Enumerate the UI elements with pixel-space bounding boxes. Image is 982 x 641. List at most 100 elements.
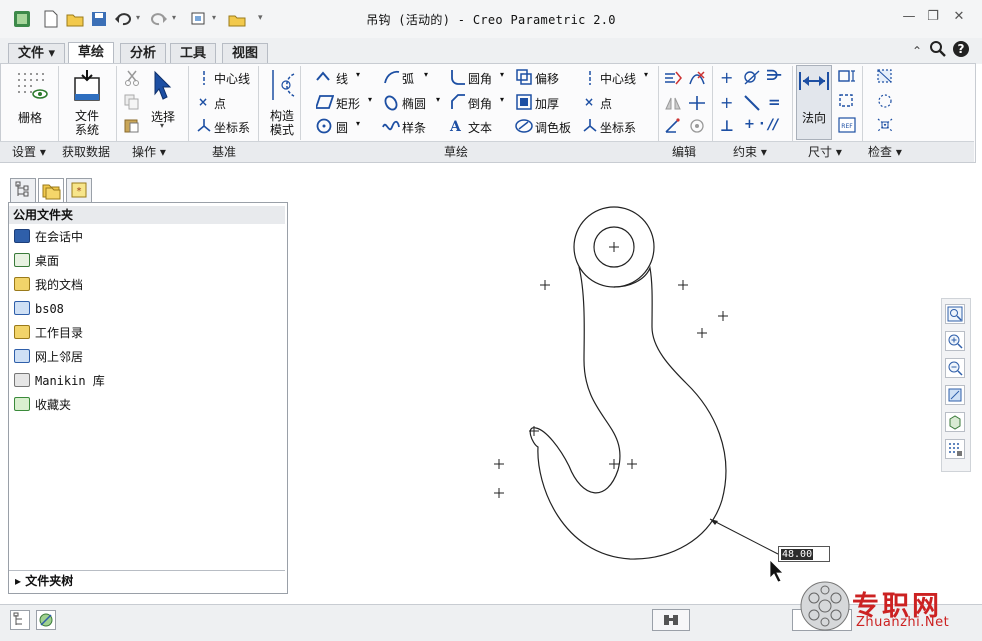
datum-csys-label[interactable]: 坐标系 — [214, 119, 250, 136]
spline-icon[interactable] — [382, 119, 400, 136]
folder-item-my-documents[interactable]: 我的文档 — [14, 275, 83, 295]
arc-label[interactable]: 弧 — [402, 70, 414, 87]
overlapping-geometry-icon[interactable] — [876, 68, 894, 87]
arc-icon[interactable] — [384, 70, 400, 87]
centerline-icon[interactable] — [198, 70, 210, 89]
offset-icon[interactable] — [516, 69, 532, 88]
zoom-out-icon[interactable] — [945, 358, 965, 378]
spline-label[interactable]: 样条 — [402, 119, 426, 136]
vertical-constraint-icon[interactable]: + — [720, 68, 733, 87]
point2-label[interactable]: 点 — [600, 95, 612, 112]
text-label[interactable]: 文本 — [468, 119, 492, 136]
corner-icon[interactable] — [664, 118, 682, 137]
datum-point-label[interactable]: 点 — [214, 95, 226, 112]
chamfer-label[interactable]: 倒角 — [468, 95, 492, 112]
zoom-in-icon[interactable] — [945, 331, 965, 351]
palette-label[interactable]: 调色板 — [535, 119, 571, 136]
normal-dimension-icon[interactable] — [798, 70, 830, 95]
centerline2-label[interactable]: 中心线 — [600, 70, 636, 87]
folder-item-working-directory[interactable]: 工作目录 — [14, 323, 83, 343]
folder-item-network[interactable]: 网上邻居 — [14, 347, 83, 367]
tab-tools[interactable]: 工具 — [170, 43, 217, 63]
minimize-button[interactable]: — — [898, 9, 920, 27]
tab-folder-browser[interactable] — [38, 178, 64, 202]
circle-icon[interactable] — [316, 118, 332, 137]
line-icon[interactable] — [316, 70, 334, 87]
construction-mode-icon[interactable] — [268, 68, 298, 105]
help-icon[interactable]: ? — [952, 40, 970, 61]
tab-favorites[interactable]: * — [66, 178, 92, 202]
tab-analysis[interactable]: 分析 — [120, 43, 167, 63]
maximize-button[interactable]: ❐ — [922, 9, 944, 27]
copy-icon[interactable] — [124, 94, 140, 113]
paste-icon[interactable] — [124, 117, 140, 136]
rectangle-dropdown-icon[interactable]: ▾ — [368, 95, 372, 104]
point2-icon[interactable]: × — [584, 95, 594, 109]
palette-icon[interactable] — [515, 118, 533, 137]
dimension-value-input[interactable]: 48.00 — [778, 546, 830, 562]
reference-dimension-icon[interactable]: REF — [838, 117, 856, 136]
tangent-constraint-icon[interactable] — [744, 70, 760, 89]
display-style-icon[interactable] — [945, 412, 965, 432]
search-icon[interactable] — [929, 40, 947, 61]
coincident-constraint-icon[interactable] — [744, 95, 760, 114]
csys2-label[interactable]: 坐标系 — [600, 119, 636, 136]
chamfer-dropdown-icon[interactable]: ▾ — [500, 95, 504, 104]
rotate-resize-icon[interactable] — [688, 118, 706, 137]
symmetric-constraint-icon[interactable]: + · — [744, 117, 764, 132]
parallel-constraint-icon[interactable]: // — [768, 117, 778, 133]
mirror-icon[interactable] — [664, 95, 682, 114]
line-label[interactable]: 线 — [336, 70, 348, 87]
group-operations[interactable]: 操作 ▾ — [132, 143, 166, 160]
folder-item-bs08[interactable]: bs08 — [14, 299, 64, 319]
ellipse-icon[interactable] — [382, 95, 400, 114]
perpendicular-constraint-icon[interactable]: ⊥ — [720, 117, 734, 135]
group-constrain[interactable]: 约束 ▾ — [733, 143, 767, 160]
circle-label[interactable]: 圆 — [336, 119, 348, 136]
ellipse-dropdown-icon[interactable]: ▾ — [436, 95, 440, 104]
datum-csys-icon[interactable] — [196, 118, 212, 137]
find-icon[interactable] — [652, 609, 690, 631]
baseline-dimension-icon[interactable] — [838, 93, 856, 112]
offset-label[interactable]: 偏移 — [535, 70, 559, 87]
grid-label[interactable]: 栅格 — [18, 109, 42, 126]
delete-segment-icon[interactable] — [688, 70, 706, 89]
tab-file[interactable]: 文件 ▾ — [8, 43, 66, 63]
fillet-icon[interactable] — [450, 69, 466, 88]
graphics-window[interactable] — [300, 170, 930, 600]
centerline2-dropdown-icon[interactable]: ▾ — [644, 70, 648, 79]
thicken-icon[interactable] — [516, 94, 532, 113]
text-tool-icon[interactable]: A — [450, 119, 461, 135]
group-setup[interactable]: 设置 ▾ — [12, 143, 46, 160]
browser-toggle-icon[interactable] — [36, 610, 56, 630]
rectangle-icon[interactable] — [314, 95, 335, 112]
file-system-label-2[interactable]: 系统 — [75, 121, 99, 138]
tab-sketch[interactable]: 草绘 — [68, 42, 115, 64]
folder-item-desktop[interactable]: 桌面 — [14, 251, 59, 271]
repaint-icon[interactable] — [945, 385, 965, 405]
group-inspect[interactable]: 检查 ▾ — [868, 143, 902, 160]
file-system-icon[interactable] — [72, 68, 102, 105]
fillet-dropdown-icon[interactable]: ▾ — [500, 70, 504, 79]
navigator-toggle-icon[interactable] — [10, 610, 30, 630]
line-dropdown-icon[interactable]: ▾ — [356, 70, 360, 79]
equal-constraint-icon[interactable]: = — [768, 93, 781, 111]
tab-view[interactable]: 视图 — [222, 43, 269, 63]
minimize-ribbon-icon[interactable]: ⌃ — [912, 44, 922, 58]
folder-item-favorites[interactable]: 收藏夹 — [14, 395, 71, 415]
divide-icon[interactable] — [688, 95, 706, 114]
arc-dropdown-icon[interactable]: ▾ — [424, 70, 428, 79]
select-arrow-icon[interactable] — [152, 70, 174, 103]
rectangle-label[interactable]: 矩形 — [336, 95, 360, 112]
group-get-data[interactable]: 获取数据 — [62, 143, 110, 160]
cut-icon[interactable] — [124, 70, 140, 89]
midpoint-constraint-icon[interactable]: ⋺ — [766, 68, 782, 84]
normal-dimension-label[interactable]: 法向 — [802, 109, 826, 126]
group-dimension[interactable]: 尺寸 ▾ — [808, 143, 842, 160]
datum-point-icon[interactable]: × — [198, 95, 208, 109]
thicken-label[interactable]: 加厚 — [535, 95, 559, 112]
folder-tree-toggle[interactable]: ▸ 文件夹树 — [9, 570, 285, 590]
perimeter-dimension-icon[interactable] — [838, 68, 856, 87]
centerline2-icon[interactable] — [584, 70, 596, 89]
ellipse-label[interactable]: 椭圆 — [402, 95, 426, 112]
